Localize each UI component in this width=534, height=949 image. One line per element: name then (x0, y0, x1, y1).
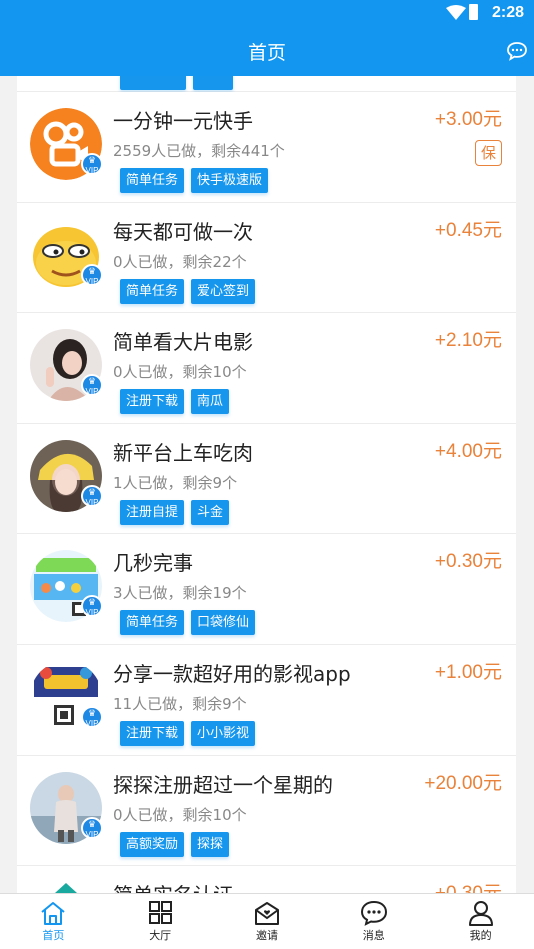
task-tags: 高额奖励 探探 (120, 831, 230, 857)
bottom-tab-bar: 首页 大厅 邀请 消息 我的 (0, 893, 534, 949)
task-card[interactable]: VIP 新平台上车吃肉 1人已做，剩余9个 +4.00元 注册自提 斗金 (17, 423, 516, 535)
tab-label: 邀请 (255, 929, 278, 942)
vip-badge-icon: VIP (81, 595, 103, 618)
task-stats: 2559人已做，剩余441个 (113, 142, 285, 160)
task-tag[interactable]: 小小影视 (191, 720, 256, 746)
chat-icon[interactable] (506, 41, 528, 61)
task-tag[interactable]: 注册下载 (120, 720, 185, 746)
task-tags: 注册下载 小小影视 (120, 720, 256, 746)
tab-home[interactable]: 首页 (0, 894, 107, 949)
task-tag[interactable]: 爱心签到 (191, 278, 256, 304)
task-reward: +2.10元 (434, 330, 502, 352)
task-reward: +3.00元 (434, 109, 502, 130)
grid-icon (149, 901, 173, 924)
task-title: 一分钟一元快手 (113, 109, 253, 133)
task-card[interactable]: VIP 每天都可做一次 0人已做，剩余22个 +0.45元 简单任务 爱心签到 (17, 202, 516, 314)
tab-label: 我的 (469, 929, 492, 942)
home-icon (41, 902, 66, 925)
task-stats: 0人已做，剩余22个 (113, 252, 247, 271)
task-list-viewport[interactable]: VIP 一分钟一元快手 2559人已做，剩余441个 +3.00元 保 简单任务… (0, 76, 534, 893)
vip-badge-icon: VIP (81, 153, 103, 175)
task-title: 探探注册超过一个星期的 (113, 772, 333, 797)
task-stats: 3人已做，剩余19个 (113, 584, 247, 603)
status-bar: 2:28 (0, 0, 534, 26)
task-tag[interactable] (193, 76, 233, 90)
task-title: 分享一款超好用的影视app (113, 661, 351, 686)
tab-label: 大厅 (149, 929, 172, 942)
vip-badge-icon: VIP (81, 484, 103, 507)
task-reward: +0.45元 (434, 219, 502, 241)
task-tag[interactable] (120, 76, 186, 90)
task-tag[interactable]: 注册自提 (120, 499, 185, 525)
task-title: 每天都可做一次 (113, 219, 253, 244)
person-icon (468, 901, 493, 926)
task-tag[interactable]: 简单任务 (120, 278, 185, 304)
task-title: 简单看大片电影 (113, 330, 253, 355)
task-card[interactable]: VIP 一分钟一元快手 2559人已做，剩余441个 +3.00元 保 简单任务… (17, 92, 516, 203)
app-bar: 首页 (0, 26, 534, 76)
task-tag[interactable]: 探探 (191, 831, 230, 857)
task-tag[interactable]: 简单任务 (120, 168, 185, 193)
task-tag[interactable]: 斗金 (191, 499, 230, 525)
task-tag[interactable]: 口袋修仙 (191, 610, 256, 636)
task-tag[interactable]: 快手极速版 (191, 168, 269, 193)
task-stats: 1人已做，剩余9个 (113, 473, 238, 492)
vip-badge-icon: VIP (81, 263, 103, 286)
tab-hall[interactable]: 大厅 (107, 894, 214, 949)
task-stats: 0人已做，剩余10个 (113, 363, 247, 382)
page-title: 首页 (247, 42, 286, 64)
task-reward: +0.30元 (434, 551, 502, 573)
task-card[interactable]: VIP 几秒完事 3人已做，剩余19个 +0.30元 简单任务 口袋修仙 (17, 534, 516, 645)
tab-invite[interactable]: 邀请 (214, 894, 321, 949)
invite-envelope-icon (254, 902, 279, 925)
task-card[interactable] (17, 76, 516, 92)
tab-profile[interactable]: 我的 (427, 894, 534, 949)
task-list: VIP 一分钟一元快手 2559人已做，剩余441个 +3.00元 保 简单任务… (17, 76, 516, 893)
chat-bubble-icon (360, 900, 387, 926)
task-stats: 0人已做，剩余10个 (113, 805, 247, 824)
task-stats: 11人已做，剩余9个 (113, 694, 247, 713)
vip-badge-icon: VIP (81, 374, 103, 397)
tab-label: 首页 (42, 929, 65, 942)
task-tags: 简单任务 快手极速版 (120, 168, 269, 193)
task-reward: +0.30元 (435, 878, 502, 893)
task-tag[interactable]: 高额奖励 (120, 831, 185, 857)
scroll-top-arrow-icon[interactable] (55, 883, 77, 893)
status-time: 2:28 (491, 4, 524, 21)
task-title: 几秒完事 (113, 551, 193, 576)
task-reward: +1.00元 (434, 661, 502, 683)
task-title: 新平台上车吃肉 (113, 440, 253, 465)
task-tags: 注册自提 斗金 (120, 499, 230, 525)
task-tag[interactable]: 注册下载 (120, 389, 185, 415)
task-card[interactable]: VIP 简单看大片电影 0人已做，剩余10个 +2.10元 注册下载 南瓜 (17, 313, 516, 424)
wifi-icon (446, 5, 466, 20)
task-reward: +4.00元 (434, 440, 502, 462)
tab-messages[interactable]: 消息 (320, 894, 427, 949)
task-tag[interactable]: 南瓜 (191, 389, 230, 415)
vip-badge-icon: VIP (81, 705, 103, 728)
tab-label: 消息 (362, 929, 385, 942)
task-tags (120, 76, 233, 90)
task-tags: 注册下载 南瓜 (120, 389, 230, 415)
task-tags: 简单任务 爱心签到 (120, 278, 256, 304)
vip-badge-icon: VIP (81, 816, 103, 839)
task-reward: +20.00元 (424, 772, 502, 794)
task-tag[interactable]: 简单任务 (120, 610, 185, 636)
task-title: 简单实名认证 (113, 879, 233, 893)
task-card[interactable]: VIP 分享一款超好用的影视app 11人已做，剩余9个 +1.00元 注册下载… (17, 644, 516, 756)
task-card[interactable]: VIP 探探注册超过一个星期的 0人已做，剩余10个 +20.00元 高额奖励 … (17, 755, 516, 867)
task-card[interactable]: 简单实名认证 +0.30元 (17, 866, 516, 893)
guarantee-badge: 保 (475, 140, 502, 166)
battery-icon (469, 4, 478, 20)
task-tags: 简单任务 口袋修仙 (120, 610, 256, 636)
